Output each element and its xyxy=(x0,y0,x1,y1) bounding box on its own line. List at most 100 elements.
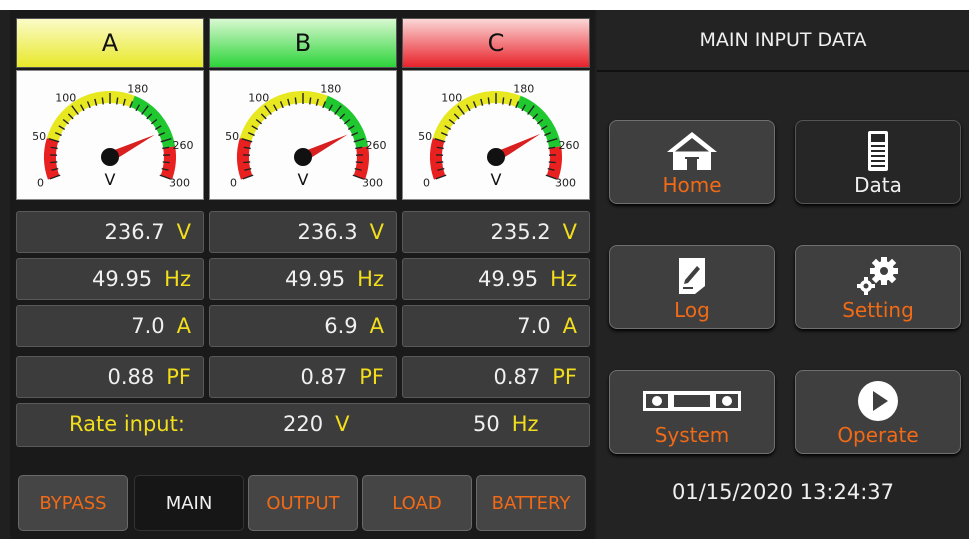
value: 0.87 xyxy=(493,365,541,389)
log-button[interactable]: Log xyxy=(609,245,775,329)
unit: V xyxy=(369,220,384,244)
operate-button[interactable]: Operate xyxy=(795,370,961,454)
value: 235.2 xyxy=(490,220,551,244)
ups-screen: A B C 0 50 100 180 260 300 V 0 50 100 180 260 300 V … xyxy=(0,10,969,539)
phase-c-frequency: 49.95 Hz xyxy=(402,258,590,300)
tab-battery[interactable]: BATTERY xyxy=(476,475,586,531)
phase-data-panel: A B C 0 50 100 180 260 300 V 0 50 100 180 260 300 V … xyxy=(10,10,595,539)
gauge-tick-label: 0 xyxy=(37,176,44,189)
gauge-unit: V xyxy=(105,170,116,189)
tab-load[interactable]: LOAD xyxy=(362,475,472,531)
home-button[interactable]: Home xyxy=(609,120,775,204)
gauge-tick-label: 300 xyxy=(555,176,576,189)
gauge-tick-label: 300 xyxy=(362,176,383,189)
phase-b-current: 6.9 A xyxy=(209,305,397,347)
phase-a-voltage-gauge: 0 50 100 180 260 300 V xyxy=(16,70,204,200)
gauge-tick-label: 0 xyxy=(230,176,237,189)
setting-button[interactable]: Setting xyxy=(795,245,961,329)
phase-a-header: A xyxy=(16,18,204,68)
gauge-tick-label: 260 xyxy=(173,139,194,152)
phase-b-header: B xyxy=(209,18,397,68)
unit: V xyxy=(335,412,350,436)
gauge-tick-label: 300 xyxy=(169,176,190,189)
home-icon xyxy=(610,129,774,173)
tab-output[interactable]: OUTPUT xyxy=(248,475,358,531)
data-icon xyxy=(796,129,960,173)
gauge-zone xyxy=(430,138,446,180)
phase-c-power-factor: 0.87 PF xyxy=(402,356,590,398)
unit: A xyxy=(562,314,577,338)
system-button[interactable]: System xyxy=(609,370,775,454)
rate-input-frequency: 50 Hz xyxy=(473,412,539,436)
gauge-dial: 0 50 100 180 260 300 V xyxy=(418,82,580,189)
navigation-panel: MAIN INPUT DATA Home Data Log Setting Sy… xyxy=(597,10,969,539)
gauge-tick xyxy=(116,97,119,105)
gauge-tick xyxy=(487,97,490,105)
gear-icon xyxy=(796,254,960,298)
unit: PF xyxy=(166,365,191,389)
phase-b-voltage-gauge: 0 50 100 180 260 300 V xyxy=(209,70,397,200)
unit: V xyxy=(562,220,577,244)
phase-c-voltage-gauge: 0 50 100 180 260 300 V xyxy=(402,70,590,200)
tab-bypass[interactable]: BYPASS xyxy=(18,475,128,531)
phase-a-voltage: 236.7 V xyxy=(16,211,204,253)
value: 50 xyxy=(473,412,500,436)
date-time-display: 01/15/2020 13:24:37 xyxy=(671,480,895,504)
value: 220 xyxy=(283,412,324,436)
gauge-tick-label: 100 xyxy=(248,92,269,105)
data-label: Data xyxy=(854,173,902,197)
tab-main[interactable]: MAIN xyxy=(134,475,244,531)
gauge-unit: V xyxy=(491,170,502,189)
log-label: Log xyxy=(674,298,710,322)
gauge-tick-label: 180 xyxy=(320,82,341,95)
rate-input-voltage: 220 V xyxy=(283,412,349,436)
value: 0.87 xyxy=(300,365,348,389)
gauge-hub xyxy=(294,148,312,166)
value: 7.0 xyxy=(131,314,165,338)
phase-b-voltage: 236.3 V xyxy=(209,211,397,253)
gauge-tick xyxy=(162,161,170,164)
unit: A xyxy=(176,314,191,338)
rate-input-label: Rate input: xyxy=(69,412,185,436)
data-button[interactable]: Data xyxy=(795,120,961,204)
value: 49.95 xyxy=(478,267,539,291)
gauge-tick-label: 100 xyxy=(55,92,76,105)
log-icon xyxy=(610,254,774,298)
value: 6.9 xyxy=(324,314,358,338)
gauge-dial: 0 50 100 180 260 300 V xyxy=(225,82,386,189)
value: 236.3 xyxy=(297,220,358,244)
setting-label: Setting xyxy=(842,298,914,322)
value: 49.95 xyxy=(285,267,346,291)
phase-a-current: 7.0 A xyxy=(16,305,204,347)
phase-a-frequency: 49.95 Hz xyxy=(16,258,204,300)
gauge-tick xyxy=(294,97,297,105)
value: 7.0 xyxy=(517,314,551,338)
gauge-hub xyxy=(101,148,119,166)
gauge-tick xyxy=(436,161,444,164)
gauge-tick xyxy=(243,161,251,164)
phase-c-current: 7.0 A xyxy=(402,305,590,347)
home-label: Home xyxy=(662,173,722,197)
phase-c-header: C xyxy=(402,18,590,68)
gauge-tick xyxy=(502,97,505,105)
play-icon xyxy=(796,379,960,423)
gauge-tick xyxy=(548,161,556,164)
system-label: System xyxy=(654,423,730,447)
gauge-tick xyxy=(355,161,363,164)
phase-b-power-factor: 0.87 PF xyxy=(209,356,397,398)
gauge-tick-label: 50 xyxy=(32,130,46,143)
gauge-dial: 0 50 100 180 260 300 V xyxy=(32,82,194,189)
unit: PF xyxy=(359,365,384,389)
gauge-tick-label: 260 xyxy=(559,139,580,152)
value: 236.7 xyxy=(104,220,165,244)
gauge-tick-label: 50 xyxy=(225,130,239,143)
gauge-tick-label: 50 xyxy=(418,130,432,143)
phase-b-frequency: 49.95 Hz xyxy=(209,258,397,300)
unit: V xyxy=(176,220,191,244)
gauge-tick-label: 180 xyxy=(513,82,534,95)
phase-a-power-factor: 0.88 PF xyxy=(16,356,204,398)
gauge-tick-label: 100 xyxy=(441,92,462,105)
value: 0.88 xyxy=(107,365,155,389)
unit: Hz xyxy=(511,412,539,436)
gauge-zone xyxy=(44,138,60,180)
